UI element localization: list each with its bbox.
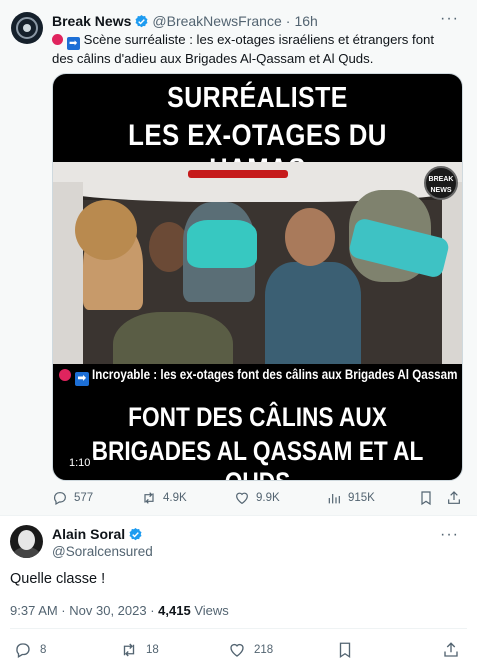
- quoted-tweet-text: Scène surréaliste : les ex-otages israél…: [52, 32, 435, 66]
- views-count: 4,415: [158, 603, 191, 618]
- views-button[interactable]: 915K: [326, 490, 375, 506]
- quoted-tweet-text-block: ➡ Scène surréaliste : les ex-otages israé…: [52, 31, 452, 67]
- like-button[interactable]: 9.9K: [234, 490, 280, 506]
- divider: [10, 628, 467, 629]
- quoted-tweet-time[interactable]: 16h: [294, 13, 317, 29]
- bookmark-icon: [421, 491, 431, 506]
- green-scarf-left: [187, 220, 257, 268]
- break-news-avatar[interactable]: [11, 12, 43, 44]
- avatar-face: [18, 530, 35, 550]
- tweet-meta: 9:37 AM · Nov 30, 2023 · 4,415 Views: [10, 603, 229, 618]
- main-author-handle[interactable]: @Soralcensured: [52, 544, 153, 559]
- quoted-tweet-actions: 577 4.9K 9.9K 915K: [52, 490, 464, 510]
- ticker-text: Incroyable : les ex-otages font des câli…: [91, 367, 458, 382]
- reply-icon: [54, 492, 66, 506]
- header-separator: ·: [285, 13, 291, 29]
- views-label: Views: [194, 603, 229, 618]
- views-count: 915K: [348, 492, 375, 504]
- video-frame-image: BREAK NEWS: [53, 162, 462, 370]
- tweet-timestamp[interactable]: 9:37 AM · Nov 30, 2023 ·: [10, 603, 155, 618]
- red-circle-icon: [59, 369, 71, 381]
- right-arrow-icon: ➡: [74, 372, 89, 386]
- verified-icon: [129, 527, 142, 540]
- quoted-author-name[interactable]: Break News: [52, 13, 131, 29]
- like-count: 218: [254, 644, 274, 656]
- red-circle-icon: [52, 34, 63, 45]
- reply-icon: [16, 643, 30, 658]
- person-woman-hair: [75, 200, 137, 260]
- person-man-face: [285, 208, 335, 266]
- quoted-tweet[interactable]: Break News @BreakNewsFrance · 16h ··· ➡ S…: [0, 0, 477, 516]
- like-button[interactable]: 218: [228, 641, 273, 659]
- share-icon: [448, 491, 460, 504]
- van-brake-light: [188, 170, 288, 178]
- bookmark-button[interactable]: [418, 490, 440, 506]
- video-player[interactable]: SURRÉALISTE LES EX-OTAGES DU HAMAS BREAK…: [52, 73, 463, 481]
- person-man-jacket: [265, 262, 361, 370]
- repost-count: 18: [146, 644, 159, 656]
- verified-icon: [135, 14, 148, 27]
- share-button[interactable]: [442, 641, 468, 659]
- avatar-dot: [23, 24, 31, 32]
- video-caption-line1: FONT DES CÂLINS AUX: [128, 402, 387, 432]
- more-icon[interactable]: ···: [440, 526, 459, 544]
- share-icon: [444, 642, 458, 657]
- video-ticker: ➡ Incroyable : les ex-otages font des câl…: [53, 364, 462, 386]
- main-tweet-actions: 8 18 218: [14, 641, 464, 661]
- quoted-tweet-header: Break News @BreakNewsFrance · 16h: [52, 12, 318, 30]
- bookmark-button[interactable]: [336, 641, 362, 659]
- video-title-line1: SURRÉALISTE: [167, 82, 348, 114]
- person-foreground-camo: [113, 312, 233, 370]
- main-tweet-text: Quelle classe !: [10, 571, 106, 587]
- like-icon: [230, 643, 244, 657]
- quoted-author-handle[interactable]: @BreakNewsFrance: [152, 13, 281, 29]
- reply-button[interactable]: 8: [14, 641, 46, 659]
- repost-button[interactable]: 18: [120, 641, 159, 659]
- repost-icon: [123, 643, 135, 657]
- like-count: 9.9K: [256, 492, 280, 504]
- like-icon: [236, 492, 248, 505]
- repost-button[interactable]: 4.9K: [141, 490, 187, 506]
- van-side-left: [53, 182, 83, 370]
- alain-soral-avatar[interactable]: [10, 525, 43, 558]
- repost-count: 4.9K: [163, 492, 187, 504]
- views-icon: [328, 494, 340, 504]
- reply-count: 8: [40, 644, 47, 656]
- reply-button[interactable]: 577: [52, 490, 93, 506]
- more-icon[interactable]: ···: [440, 10, 459, 28]
- repost-icon: [144, 492, 154, 504]
- share-button[interactable]: [446, 490, 468, 506]
- reply-count: 577: [74, 492, 94, 504]
- bookmark-icon: [339, 642, 351, 659]
- main-author-name[interactable]: Alain Soral: [52, 526, 125, 542]
- main-author-row: Alain Soral: [52, 526, 146, 542]
- video-caption-line2: BRIGADES AL QASSAM ET AL QUDS: [91, 436, 424, 480]
- video-duration: 1:10: [65, 456, 95, 470]
- break-news-logo: BREAK NEWS: [424, 166, 458, 200]
- right-arrow-icon: ➡: [66, 37, 80, 50]
- van-side-right: [442, 182, 462, 370]
